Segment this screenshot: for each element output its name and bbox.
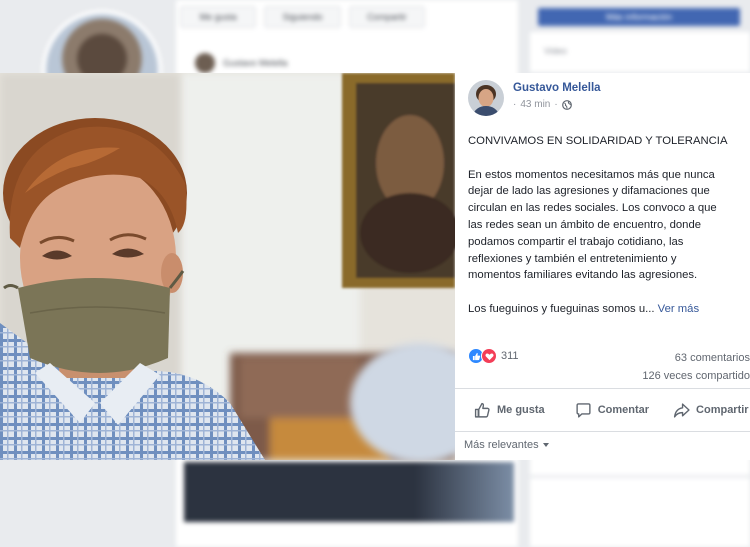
bg-right-panel: Video: [530, 32, 750, 72]
globe-icon[interactable]: [561, 99, 572, 110]
thumbs-up-icon: [474, 402, 490, 418]
shares-count[interactable]: 126 veces compartido: [590, 367, 750, 385]
bg-video-thumbnail: [184, 462, 514, 522]
post-truncated: Los fueguinos y fueguinas somos u... Ver…: [468, 301, 750, 318]
post-headline: CONVIVAMOS EN SOLIDARIDAD Y TOLERANCIA: [468, 135, 728, 147]
post-header: Gustavo Melella · 43 min ·: [468, 80, 601, 116]
author-avatar[interactable]: [468, 80, 504, 116]
bg-tab-share: Compartir: [348, 6, 425, 28]
post-paragraph: En estos momentos necesitamos más que nu…: [468, 167, 750, 285]
post-text: CONVIVAMOS EN SOLIDARIDAD Y TOLERANCIA E…: [468, 133, 750, 335]
bg-post-avatar: [195, 53, 215, 73]
post-panel: Gustavo Melella · 43 min · CONVIVAMOS EN…: [455, 73, 750, 460]
comment-label: Comentar: [597, 404, 650, 416]
photo-image: [0, 73, 455, 460]
post-line: circulan en las redes sociales. Los conv…: [468, 202, 717, 215]
post-photo[interactable]: [0, 73, 455, 460]
post-line: las redes sean un ámbito de encuentro, d…: [468, 218, 702, 231]
reactions-summary[interactable]: 311: [468, 348, 519, 364]
separator-dot: ·: [554, 99, 558, 110]
author-name[interactable]: Gustavo Melella: [513, 82, 601, 94]
like-button[interactable]: Me gusta: [474, 402, 545, 419]
chevron-down-icon: [542, 443, 549, 447]
post-line: podamos compartir el trabajo cotidiano, …: [468, 235, 684, 248]
bg-post-header: Gustavo Melella: [195, 52, 495, 74]
post-line: dejar de lado las agresiones y difamacio…: [468, 185, 710, 198]
separator-dot: ·: [513, 99, 517, 110]
bg-footer: [184, 530, 514, 547]
comment-icon: [576, 402, 591, 418]
author-info: Gustavo Melella · 43 min ·: [513, 80, 601, 110]
share-icon: [673, 402, 690, 418]
comment-button[interactable]: Comentar: [575, 402, 649, 419]
truncated-text: Los fueguinos y fueguinas somos u...: [468, 302, 655, 315]
share-label: Compartir: [696, 404, 749, 416]
post-line: momentos familiares evitando las agresio…: [468, 269, 698, 282]
post-meta: · 43 min ·: [513, 99, 601, 110]
see-more-link[interactable]: Ver más: [658, 303, 699, 315]
bg-right-card-lower: [530, 478, 750, 547]
comments-count[interactable]: 63 comentarios: [590, 349, 750, 367]
sort-label: Más relevantes: [464, 439, 539, 451]
bg-tabs: Me gusta Siguiendo Compartir: [180, 6, 425, 28]
post-time[interactable]: 43 min: [520, 99, 550, 110]
post-line: reflexiones y también el entretenimiento…: [468, 252, 677, 265]
bg-right-text: Video: [544, 46, 567, 56]
bg-more-info-button: Más información: [538, 8, 740, 26]
share-button[interactable]: Compartir: [673, 402, 749, 419]
bg-post-author: Gustavo Melella: [223, 58, 288, 68]
bg-tab-follow: Siguiendo: [264, 6, 341, 28]
bg-tab-like: Me gusta: [180, 6, 257, 28]
like-label: Me gusta: [497, 404, 545, 416]
action-bar: Me gusta Comentar Compartir: [455, 388, 750, 432]
reaction-count: 311: [501, 350, 519, 362]
engagement-counts: 63 comentarios 126 veces compartido: [590, 349, 750, 385]
avatar-image: [468, 80, 504, 116]
post-line: En estos momentos necesitamos más que nu…: [468, 168, 715, 181]
love-reaction-icon: [481, 348, 497, 364]
comment-sort-dropdown[interactable]: Más relevantes: [464, 439, 549, 451]
